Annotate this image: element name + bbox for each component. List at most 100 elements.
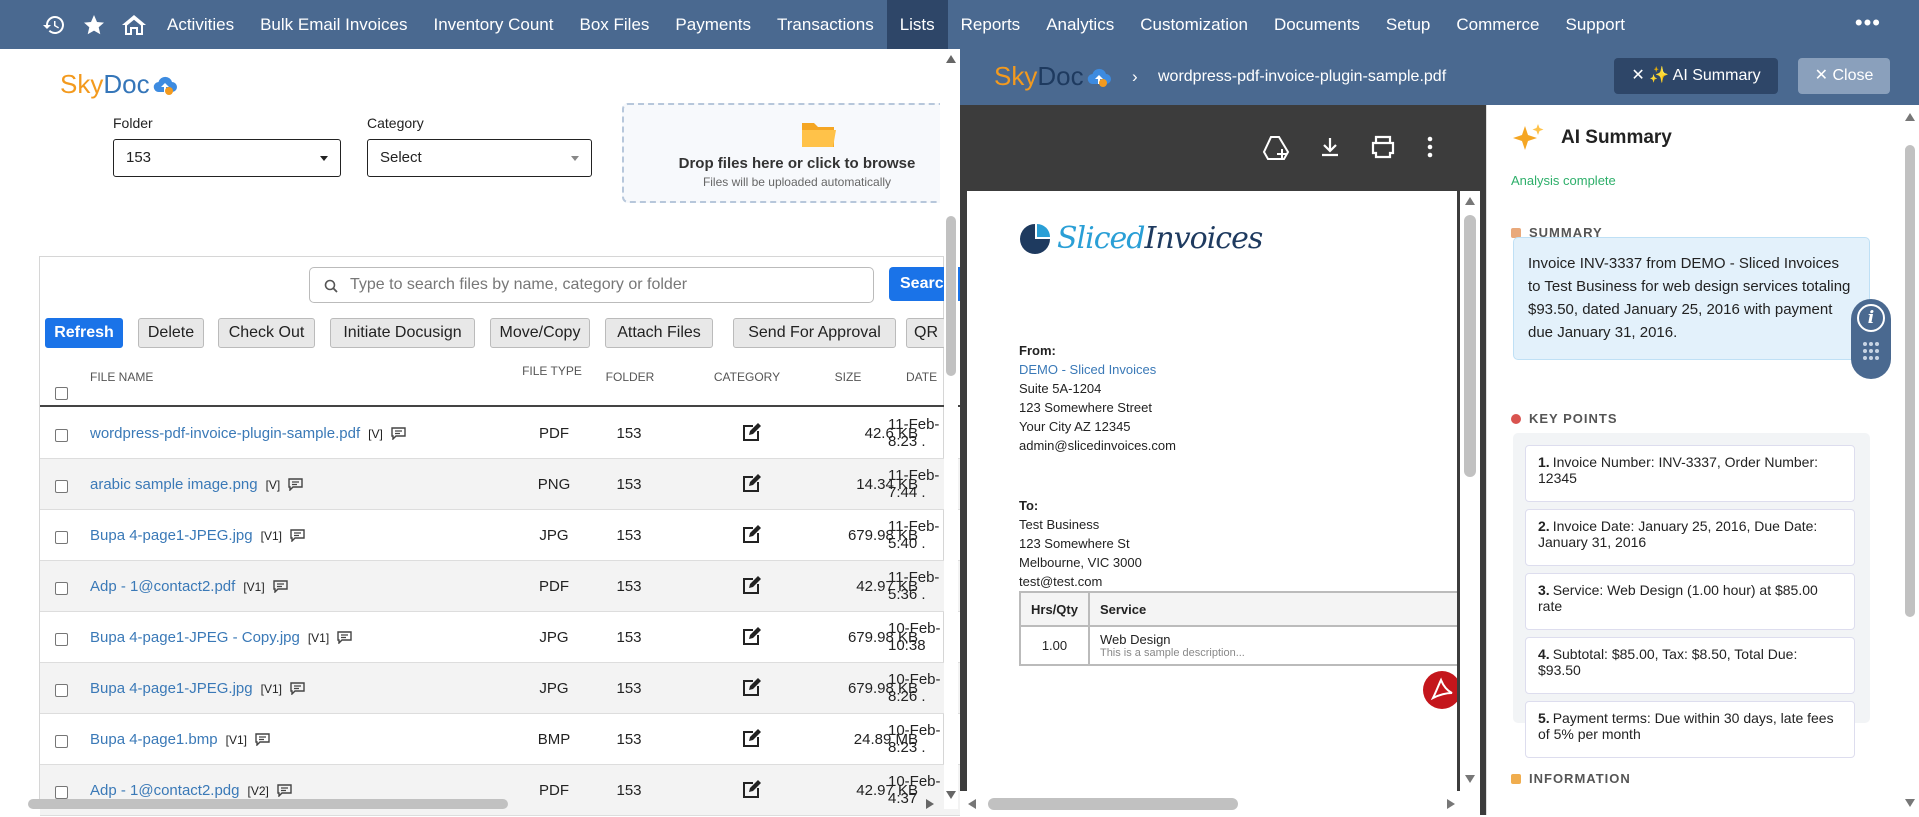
more-options-icon[interactable] bbox=[1426, 135, 1434, 159]
row-checkbox[interactable] bbox=[55, 582, 68, 595]
scroll-left-icon[interactable] bbox=[968, 799, 976, 809]
left-horizontal-scrollbar[interactable] bbox=[20, 797, 944, 811]
comment-icon[interactable] bbox=[272, 580, 288, 597]
search-input[interactable] bbox=[350, 268, 860, 302]
scroll-down-icon[interactable] bbox=[946, 791, 956, 799]
ai-panel-scrollbar[interactable] bbox=[1900, 105, 1919, 815]
delete-button[interactable]: Delete bbox=[138, 318, 204, 348]
scroll-up-icon[interactable] bbox=[946, 55, 956, 63]
floating-help-widget[interactable]: i bbox=[1851, 299, 1891, 379]
nav-item-setup[interactable]: Setup bbox=[1373, 0, 1443, 49]
nav-item-transactions[interactable]: Transactions bbox=[764, 0, 887, 49]
initiate-docusign-button[interactable]: Initiate Docusign bbox=[330, 318, 475, 348]
print-icon[interactable] bbox=[1370, 135, 1396, 159]
scroll-down-icon[interactable] bbox=[1465, 775, 1475, 783]
pdf-vertical-scrollbar[interactable] bbox=[1460, 191, 1480, 795]
version-tag[interactable]: [V1] bbox=[261, 682, 282, 696]
col-date[interactable]: DATE bbox=[906, 371, 937, 384]
history-icon[interactable] bbox=[34, 0, 74, 49]
scroll-thumb[interactable] bbox=[1464, 215, 1476, 477]
ai-summary-toggle-button[interactable]: ✕ ✨ AI Summary bbox=[1614, 58, 1778, 94]
drive-add-icon[interactable] bbox=[1262, 135, 1290, 161]
version-tag[interactable]: [V2] bbox=[248, 784, 269, 798]
version-tag[interactable]: [V] bbox=[266, 478, 281, 492]
edit-category-icon[interactable] bbox=[740, 422, 762, 449]
keypad-icon[interactable] bbox=[1862, 341, 1880, 367]
nav-item-bulk-email-invoices[interactable]: Bulk Email Invoices bbox=[247, 0, 420, 49]
nav-item-payments[interactable]: Payments bbox=[662, 0, 764, 49]
category-select[interactable]: Select bbox=[367, 139, 592, 177]
left-vertical-scrollbar[interactable] bbox=[944, 49, 958, 809]
col-size[interactable]: SIZE bbox=[818, 371, 878, 384]
file-name-link[interactable]: wordpress-pdf-invoice-plugin-sample.pdf bbox=[90, 425, 360, 442]
col-folder[interactable]: FOLDER bbox=[598, 371, 662, 384]
send-for-approval-button[interactable]: Send For Approval bbox=[733, 318, 896, 348]
scroll-thumb[interactable] bbox=[988, 798, 1238, 810]
file-name-link[interactable]: Bupa 4-page1.bmp bbox=[90, 731, 218, 748]
table-row[interactable]: Bupa 4-page1.bmp [V1] BMP 153 24.89 MB 10-Feb… bbox=[40, 714, 960, 765]
nav-item-commerce[interactable]: Commerce bbox=[1443, 0, 1552, 49]
row-checkbox[interactable] bbox=[55, 633, 68, 646]
file-name-link[interactable]: Adp - 1@contact2.pdf bbox=[90, 578, 235, 595]
edit-category-icon[interactable] bbox=[740, 677, 762, 704]
version-tag[interactable]: [V] bbox=[368, 427, 383, 441]
table-row[interactable]: Bupa 4-page1-JPEG - Copy.jpg [V1] JPG 153 67… bbox=[40, 612, 960, 663]
nav-item-lists[interactable]: Lists bbox=[886, 0, 948, 49]
folder-select[interactable]: 153 bbox=[113, 139, 341, 177]
row-checkbox[interactable] bbox=[55, 429, 68, 442]
attach-files-button[interactable]: Attach Files bbox=[605, 318, 713, 348]
col-category[interactable]: CATEGORY bbox=[707, 371, 787, 384]
file-name-link[interactable]: Bupa 4-page1-JPEG.jpg bbox=[90, 527, 253, 544]
version-tag[interactable]: [V1] bbox=[226, 733, 247, 747]
edit-category-icon[interactable] bbox=[740, 473, 762, 500]
star-icon[interactable] bbox=[74, 0, 114, 49]
scroll-down-icon[interactable] bbox=[1905, 799, 1915, 807]
table-row[interactable]: wordpress-pdf-invoice-plugin-sample.pdf [… bbox=[40, 408, 960, 459]
scroll-thumb[interactable] bbox=[1905, 145, 1915, 617]
nav-item-analytics[interactable]: Analytics bbox=[1033, 0, 1127, 49]
edit-category-icon[interactable] bbox=[740, 626, 762, 653]
version-tag[interactable]: [V1] bbox=[243, 580, 264, 594]
home-icon[interactable] bbox=[114, 0, 154, 49]
table-row[interactable]: Bupa 4-page1-JPEG.jpg [V1] JPG 153 679.98 KB… bbox=[40, 510, 960, 561]
refresh-button[interactable]: Refresh bbox=[45, 318, 123, 348]
info-icon[interactable]: i bbox=[1857, 304, 1885, 332]
version-tag[interactable]: [V1] bbox=[308, 631, 329, 645]
more-menu-icon[interactable]: ••• bbox=[1855, 0, 1881, 45]
pdf-horizontal-scrollbar[interactable] bbox=[960, 791, 1480, 817]
edit-category-icon[interactable] bbox=[740, 524, 762, 551]
scroll-right-icon[interactable] bbox=[1447, 799, 1455, 809]
from-company-link[interactable]: DEMO - Sliced Invoices bbox=[1019, 360, 1176, 379]
nav-item-activities[interactable]: Activities bbox=[154, 0, 247, 49]
scroll-thumb[interactable] bbox=[28, 799, 508, 809]
comment-icon[interactable] bbox=[290, 529, 305, 546]
qr-button[interactable]: QR bbox=[906, 318, 946, 348]
select-all-checkbox[interactable] bbox=[55, 387, 68, 400]
col-file-type[interactable]: FILE TYPE bbox=[522, 365, 582, 378]
file-name-link[interactable]: Bupa 4-page1-JPEG - Copy.jpg bbox=[90, 629, 300, 646]
row-checkbox[interactable] bbox=[55, 531, 68, 544]
scroll-up-icon[interactable] bbox=[1905, 113, 1915, 121]
check-out-button[interactable]: Check Out bbox=[218, 318, 315, 348]
table-row[interactable]: Bupa 4-page1-JPEG.jpg [V1] JPG 153 679.98 KB… bbox=[40, 663, 960, 714]
table-row[interactable]: Adp - 1@contact2.pdf [V1] PDF 153 42.97 KB 11… bbox=[40, 561, 960, 612]
comment-icon[interactable] bbox=[337, 631, 352, 648]
nav-item-box-files[interactable]: Box Files bbox=[566, 0, 662, 49]
version-tag[interactable]: [V1] bbox=[261, 529, 282, 543]
edit-category-icon[interactable] bbox=[740, 575, 762, 602]
file-name-link[interactable]: Bupa 4-page1-JPEG.jpg bbox=[90, 680, 253, 697]
comment-icon[interactable] bbox=[255, 733, 270, 750]
scroll-thumb[interactable] bbox=[946, 216, 956, 376]
row-checkbox[interactable] bbox=[55, 735, 68, 748]
row-checkbox[interactable] bbox=[55, 684, 68, 697]
nav-item-reports[interactable]: Reports bbox=[948, 0, 1034, 49]
nav-item-documents[interactable]: Documents bbox=[1261, 0, 1373, 49]
row-checkbox[interactable] bbox=[55, 480, 68, 493]
table-row[interactable]: arabic sample image.png [V] PNG 153 14.34 KB… bbox=[40, 459, 960, 510]
col-file-name[interactable]: FILE NAME bbox=[90, 371, 153, 384]
close-preview-button[interactable]: ✕ Close bbox=[1798, 58, 1890, 94]
scroll-up-icon[interactable] bbox=[1465, 197, 1475, 205]
adobe-pdf-icon[interactable] bbox=[1423, 671, 1457, 709]
edit-category-icon[interactable] bbox=[740, 728, 762, 755]
comment-icon[interactable] bbox=[391, 427, 406, 444]
